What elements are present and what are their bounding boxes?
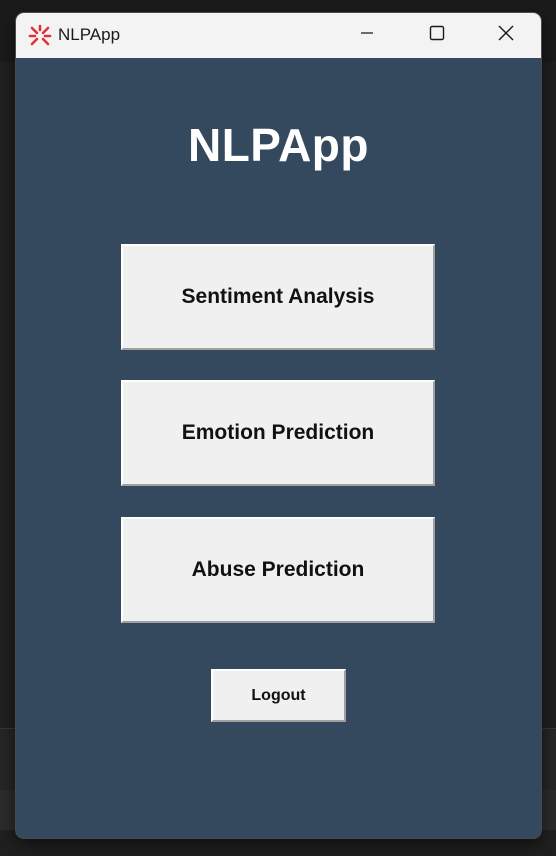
minimize-button[interactable]	[332, 13, 402, 58]
app-icon	[28, 24, 52, 48]
title-bar[interactable]: NLPApp	[16, 13, 541, 58]
app-window: NLPApp NLPApp Sentiment Analysis Emotion…	[16, 13, 541, 838]
window-title: NLPApp	[58, 25, 121, 44]
maximize-icon	[429, 25, 445, 46]
emotion-prediction-button[interactable]: Emotion Prediction	[121, 380, 435, 486]
app-heading: NLPApp	[187, 119, 369, 171]
maximize-button[interactable]	[402, 13, 472, 58]
main-panel: NLPApp Sentiment Analysis Emotion Predic…	[16, 58, 541, 838]
close-icon	[497, 24, 515, 47]
minimize-icon	[359, 25, 375, 46]
sentiment-analysis-button[interactable]: Sentiment Analysis	[121, 244, 435, 350]
logout-button[interactable]: Logout	[211, 669, 346, 722]
close-button[interactable]	[471, 13, 541, 58]
abuse-prediction-button[interactable]: Abuse Prediction	[121, 517, 435, 623]
